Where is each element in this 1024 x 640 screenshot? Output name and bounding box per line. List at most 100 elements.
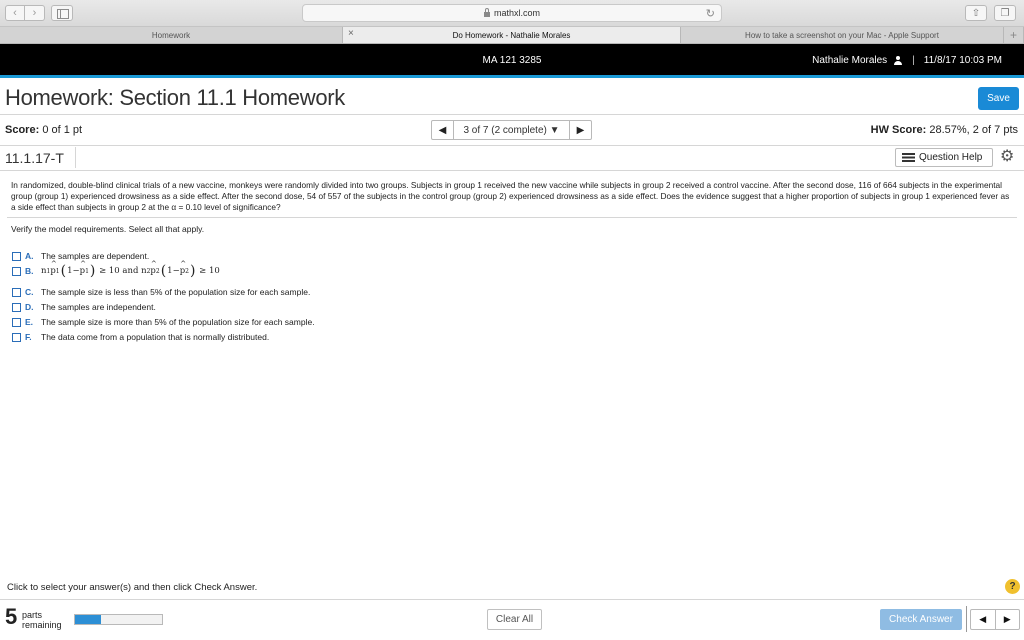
course-bar: MA 121 3285 Nathalie Morales | 11/8/17 1… (0, 44, 1024, 78)
check-answer-button[interactable]: Check Answer (880, 609, 962, 630)
question-text: In randomized, double-blind clinical tri… (11, 180, 1010, 213)
list-icon (902, 153, 915, 162)
parts-remaining-label: parts remaining (22, 610, 62, 630)
math-sub: 2 (155, 267, 160, 275)
tab-bar: Homework Do Homework - Nathalie Morales … (0, 27, 1024, 44)
option-text: The sample size is less than 5% of the p… (41, 287, 311, 297)
divider (0, 145, 1024, 146)
option-text: The sample size is more than 5% of the p… (41, 317, 315, 327)
divider (0, 170, 1024, 171)
lock-icon (483, 7, 490, 17)
url-text: mathxl.com (493, 8, 540, 18)
user-info: Nathalie Morales | 11/8/17 10:03 PM (812, 55, 1002, 66)
question-help-button[interactable]: Question Help (895, 148, 993, 167)
previous-question-icon[interactable]: ◀ (971, 610, 996, 629)
checkbox[interactable] (12, 287, 21, 297)
checkbox[interactable] (12, 332, 21, 342)
share-icon[interactable]: ⇧ (965, 5, 987, 21)
option-e[interactable]: E. The sample size is more than 5% of th… (12, 317, 315, 327)
checkbox[interactable] (12, 317, 21, 327)
option-letter: B. (25, 266, 34, 276)
option-letter: D. (25, 302, 34, 312)
next-question-icon[interactable]: ▶ (569, 121, 591, 139)
back-icon[interactable]: ‹ (5, 5, 25, 21)
option-b[interactable]: B. n1 p1 (1−p1) ≥ 10 and n2 p2 (1−p2) ≥ … (12, 260, 220, 279)
chevron-down-icon: ▼ (549, 124, 560, 136)
next-question-icon[interactable]: ▶ (996, 610, 1020, 629)
page-title: Homework: Section 11.1 Homework (5, 85, 345, 110)
divider: | (912, 55, 915, 66)
math-minus: − (72, 266, 80, 276)
user-icon (894, 56, 903, 65)
parts-label-line: remaining (22, 620, 62, 630)
instructions: Verify the model requirements. Select al… (11, 224, 205, 234)
previous-question-icon[interactable]: ◀ (432, 121, 454, 139)
math-minus: − (172, 266, 180, 276)
progress-bar (74, 614, 163, 625)
question-help-label: Question Help (919, 152, 983, 163)
tabs-overview-icon[interactable]: ❐ (994, 5, 1016, 21)
question-position: 3 of 7 (2 complete) (463, 124, 547, 136)
math-p-hat: p (180, 260, 187, 276)
parts-label-line: parts (22, 610, 43, 620)
tab-do-homework[interactable]: Do Homework - Nathalie Morales (343, 27, 681, 43)
datetime: 11/8/17 10:03 PM (923, 55, 1002, 66)
footer-hint: Click to select your answer(s) and then … (7, 582, 258, 593)
hw-score-label: HW Score: (870, 124, 927, 136)
forward-icon[interactable]: › (25, 5, 45, 21)
divider (75, 147, 76, 168)
divider (0, 114, 1024, 115)
option-text: The samples are dependent. (41, 251, 150, 261)
help-icon[interactable]: ? (1005, 579, 1020, 594)
option-letter: C. (25, 287, 34, 297)
question-navigator: ◀ 3 of 7 (2 complete) ▼ ▶ (431, 120, 592, 140)
math-paren: ) (89, 263, 96, 279)
divider (966, 606, 967, 632)
address-bar[interactable]: mathxl.com ↻ (302, 4, 722, 22)
option-letter: A. (25, 251, 34, 261)
tab-homework[interactable]: Homework (0, 27, 343, 43)
sidebar-toggle-icon[interactable] (51, 5, 73, 21)
checkbox[interactable] (12, 251, 21, 261)
tab-label: Do Homework - Nathalie Morales (452, 30, 571, 40)
option-text: The samples are independent. (41, 302, 156, 312)
clear-all-button[interactable]: Clear All (487, 609, 542, 630)
option-f[interactable]: F. The data come from a population that … (12, 332, 269, 342)
math-paren: ( (160, 263, 167, 279)
checkbox[interactable] (12, 302, 21, 312)
math-sub: 1 (85, 267, 89, 275)
hw-score-value: 28.57%, 2 of 7 pts (929, 124, 1018, 136)
question-select[interactable]: 3 of 7 (2 complete) ▼ (454, 125, 569, 136)
new-tab-icon[interactable]: + (1004, 27, 1024, 43)
save-button[interactable]: Save (978, 87, 1019, 110)
option-b-formula: n1 p1 (1−p1) ≥ 10 and n2 p2 (1−p2) ≥ 10 (41, 260, 220, 279)
footer-question-nav: ◀ ▶ (970, 609, 1020, 630)
hw-score: HW Score: 28.57%, 2 of 7 pts (871, 124, 1018, 136)
score-label: Score: (5, 124, 40, 136)
browser-toolbar: ‹ › mathxl.com ↻ ⇧ ❐ (0, 0, 1024, 27)
math-sub: 2 (185, 267, 189, 275)
math-paren: ( (60, 263, 67, 279)
math-p-hat: p (50, 260, 57, 276)
close-tab-icon[interactable]: × (348, 28, 354, 39)
option-c[interactable]: C. The sample size is less than 5% of th… (12, 287, 310, 297)
gear-icon[interactable]: ⚙ (1000, 149, 1014, 165)
user-name[interactable]: Nathalie Morales (812, 55, 887, 66)
score-value: 0 of 1 pt (42, 124, 83, 136)
math-paren: ) (189, 263, 196, 279)
option-text: The data come from a population that is … (41, 332, 270, 342)
checkbox[interactable] (12, 266, 21, 276)
option-d[interactable]: D. The samples are independent. (12, 302, 156, 312)
math-and: and (122, 266, 139, 276)
divider (7, 217, 1017, 218)
option-letter: E. (25, 317, 34, 327)
tab-apple-support[interactable]: How to take a screenshot on your Mac - A… (681, 27, 1004, 43)
option-letter: F. (25, 332, 32, 342)
tab-label: Homework (151, 30, 191, 40)
math-p-hat: p (150, 260, 157, 276)
score: Score: 0 of 1 pt (5, 124, 82, 136)
nav-buttons: ‹ › (5, 5, 45, 21)
question-id: 11.1.17-T (5, 150, 64, 166)
reload-icon[interactable]: ↻ (706, 7, 715, 20)
math-sub: 1 (55, 267, 60, 275)
